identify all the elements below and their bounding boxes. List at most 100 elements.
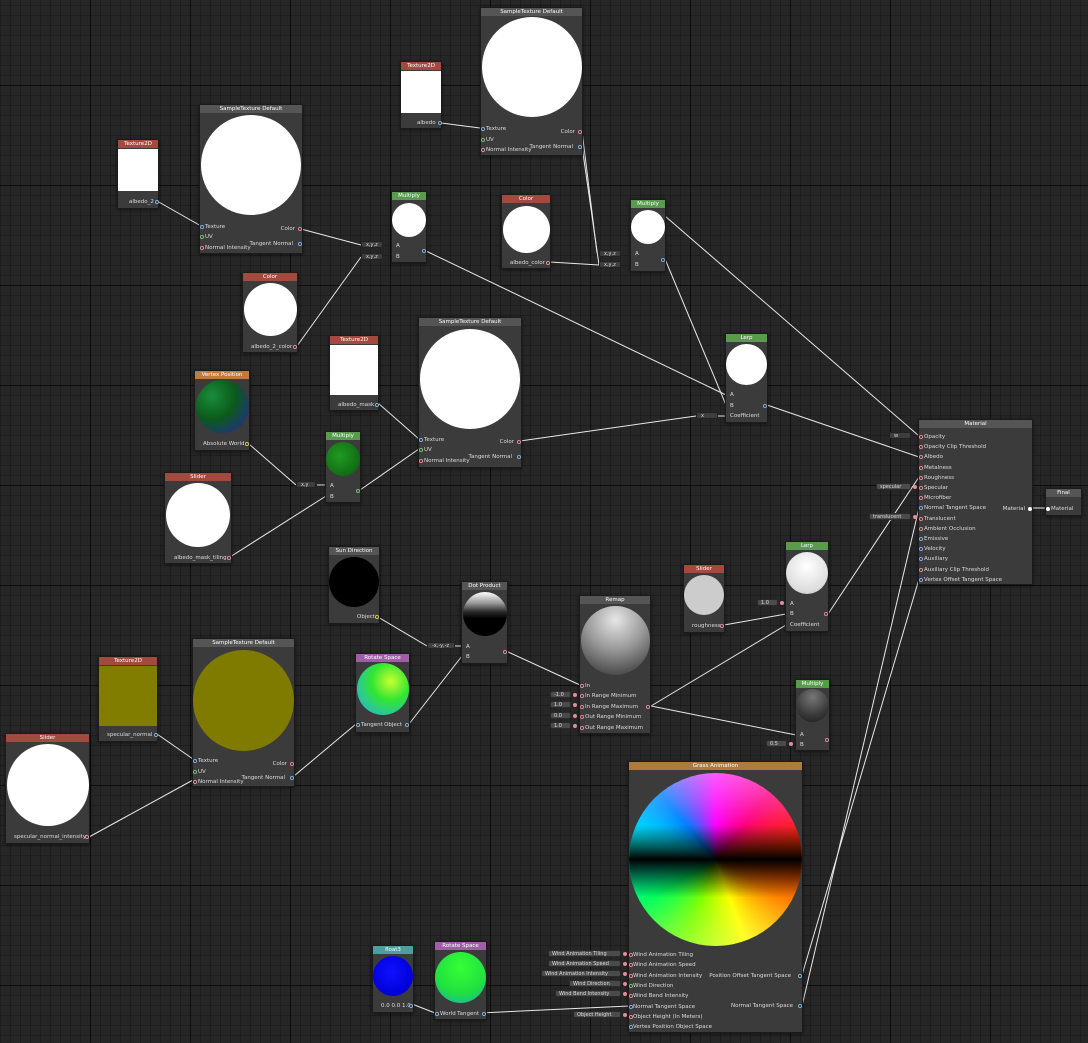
texture2d-specular-normal-node[interactable]: Texture2D specular_normal (98, 656, 158, 742)
output-port[interactable] (503, 650, 507, 654)
sample-texture-node-2[interactable]: SampleTexture Default Texture UV Normal … (480, 7, 583, 156)
color-albedo-color-node[interactable]: Color albedo_color (501, 194, 551, 269)
converter-xyz-1[interactable]: x,y,z (361, 241, 383, 248)
output-port[interactable] (578, 130, 582, 134)
final-node[interactable]: Final Material (1045, 488, 1082, 516)
converter-xyz-4[interactable]: x,y,z (599, 261, 621, 268)
lerp2-a-input[interactable]: 1.0 (757, 599, 784, 606)
converter-x[interactable]: x (696, 412, 718, 419)
input-port[interactable] (435, 1012, 439, 1016)
multiply-node-4[interactable]: Multiply A B (795, 679, 830, 751)
output-port[interactable] (375, 615, 379, 619)
input-port[interactable] (919, 577, 923, 582)
wind-direction-input[interactable]: Wind Direction (569, 980, 627, 987)
input-port[interactable] (919, 557, 923, 562)
input-port[interactable] (580, 725, 584, 730)
input-port[interactable] (193, 780, 197, 784)
color-albedo-2-color-node[interactable]: Color albedo_2_color (242, 272, 298, 353)
output-port[interactable] (227, 556, 231, 560)
rotate-space-node-2[interactable]: Rotate Space World Tangent (434, 941, 487, 1020)
input-port[interactable] (419, 448, 423, 452)
output-port[interactable] (517, 455, 521, 459)
output-port[interactable] (646, 705, 650, 709)
wind-tiling-input[interactable]: Wind Animation Tiling (548, 950, 627, 957)
input-port[interactable] (1046, 507, 1050, 511)
input-port[interactable] (193, 770, 197, 774)
wind-bend-input[interactable]: Wind Bend Intensity (555, 990, 627, 997)
output-port[interactable] (405, 723, 409, 727)
translucent-input[interactable]: translucent (869, 513, 917, 520)
multiply-node-2[interactable]: Multiply A B (630, 199, 666, 272)
output-port[interactable] (482, 1012, 486, 1016)
output-port[interactable] (293, 345, 297, 349)
remap-out-min-input[interactable]: 0.0 (550, 712, 577, 719)
output-port[interactable] (375, 403, 379, 407)
material-node[interactable]: Material Opacity Opacity Clip Threshold Al… (918, 419, 1033, 585)
texture2d-albedo-2-node[interactable]: Texture2D albedo_2 (117, 139, 159, 209)
remap-node[interactable]: Remap In In Range Minimum In Range Maximum… (579, 595, 651, 734)
multiply-node-1[interactable]: Multiply A B (391, 191, 427, 263)
input-port[interactable] (919, 547, 923, 552)
slider-albedo-mask-tiling-node[interactable]: Slider albedo_mask_tiling (164, 472, 232, 564)
specular-input[interactable]: specular (876, 483, 917, 490)
sample-texture-node-1[interactable]: SampleTexture Default Texture UV Normal … (199, 104, 303, 254)
output-port[interactable] (290, 762, 294, 766)
dot-product-node[interactable]: Dot Product A B (461, 581, 508, 664)
output-port[interactable] (546, 261, 550, 265)
sample-texture-node-4[interactable]: SampleTexture Default Texture UV Normal … (192, 638, 295, 787)
input-port[interactable] (919, 516, 923, 521)
wind-intensity-input[interactable]: Wind Animation Intensity (541, 970, 627, 977)
output-port[interactable] (798, 1004, 802, 1008)
grass-animation-node[interactable]: Grass Animation Wind Animation Tiling Win… (628, 761, 803, 1033)
output-port[interactable] (298, 242, 302, 246)
input-port[interactable] (919, 526, 923, 531)
input-port[interactable] (356, 723, 360, 727)
output-port[interactable] (798, 974, 802, 978)
input-port[interactable] (919, 496, 923, 501)
output-port[interactable] (154, 733, 158, 737)
lerp-node-2[interactable]: Lerp A B Coefficient (785, 541, 829, 632)
float3-node[interactable]: float3 0.0 0.0 1.0 (372, 945, 414, 1013)
sun-direction-node[interactable]: Sun Direction Object (328, 546, 380, 624)
input-port[interactable] (919, 465, 923, 470)
input-port[interactable] (919, 537, 923, 541)
input-port[interactable] (580, 684, 584, 688)
vertex-position-node[interactable]: Vertex Position Absolute World (194, 370, 250, 451)
lerp-node-1[interactable]: Lerp A B Coefficient (725, 333, 768, 423)
slider-specular-normal-intensity-node[interactable]: Slider specular_normal_intensity (5, 733, 90, 844)
input-port[interactable] (919, 455, 923, 460)
input-port[interactable] (200, 225, 204, 229)
output-port[interactable] (85, 835, 89, 839)
input-port[interactable] (481, 148, 485, 152)
object-height-input[interactable]: Object Height (573, 1011, 627, 1018)
output-port[interactable] (763, 404, 767, 408)
texture2d-albedo-mask-node[interactable]: Texture2D albedo_mask (329, 335, 379, 411)
remap-in-min-input[interactable]: -1.0 (550, 691, 577, 698)
input-port[interactable] (919, 506, 923, 511)
input-port[interactable] (200, 235, 204, 239)
converter-w[interactable]: w (889, 432, 911, 439)
input-port[interactable] (919, 567, 923, 572)
remap-out-max-input[interactable]: 1.0 (550, 722, 577, 729)
wind-speed-input[interactable]: Wind Animation Speed (548, 960, 627, 967)
input-port[interactable] (919, 445, 923, 450)
converter-xy[interactable]: x,y (296, 481, 316, 488)
texture2d-albedo-node[interactable]: Texture2D albedo (400, 61, 442, 129)
input-port[interactable] (419, 438, 423, 442)
converter-xyz-2[interactable]: x,y,z (361, 253, 383, 260)
output-port[interactable] (517, 440, 521, 444)
input-port[interactable] (580, 715, 584, 720)
multiply4-b-input[interactable]: 0.5 (766, 740, 793, 747)
output-port[interactable] (438, 121, 442, 125)
remap-in-max-input[interactable]: 1.0 (550, 701, 577, 708)
input-port[interactable] (919, 475, 923, 480)
output-port[interactable] (824, 612, 828, 616)
input-port[interactable] (580, 694, 584, 699)
output-port[interactable] (1028, 507, 1032, 511)
output-port[interactable] (298, 227, 302, 231)
rotate-space-node-1[interactable]: Rotate Space Tangent Object (355, 653, 410, 733)
output-port[interactable] (720, 624, 724, 628)
output-port[interactable] (356, 489, 360, 493)
multiply-node-3[interactable]: Multiply A B (325, 431, 361, 503)
output-port[interactable] (245, 442, 249, 446)
